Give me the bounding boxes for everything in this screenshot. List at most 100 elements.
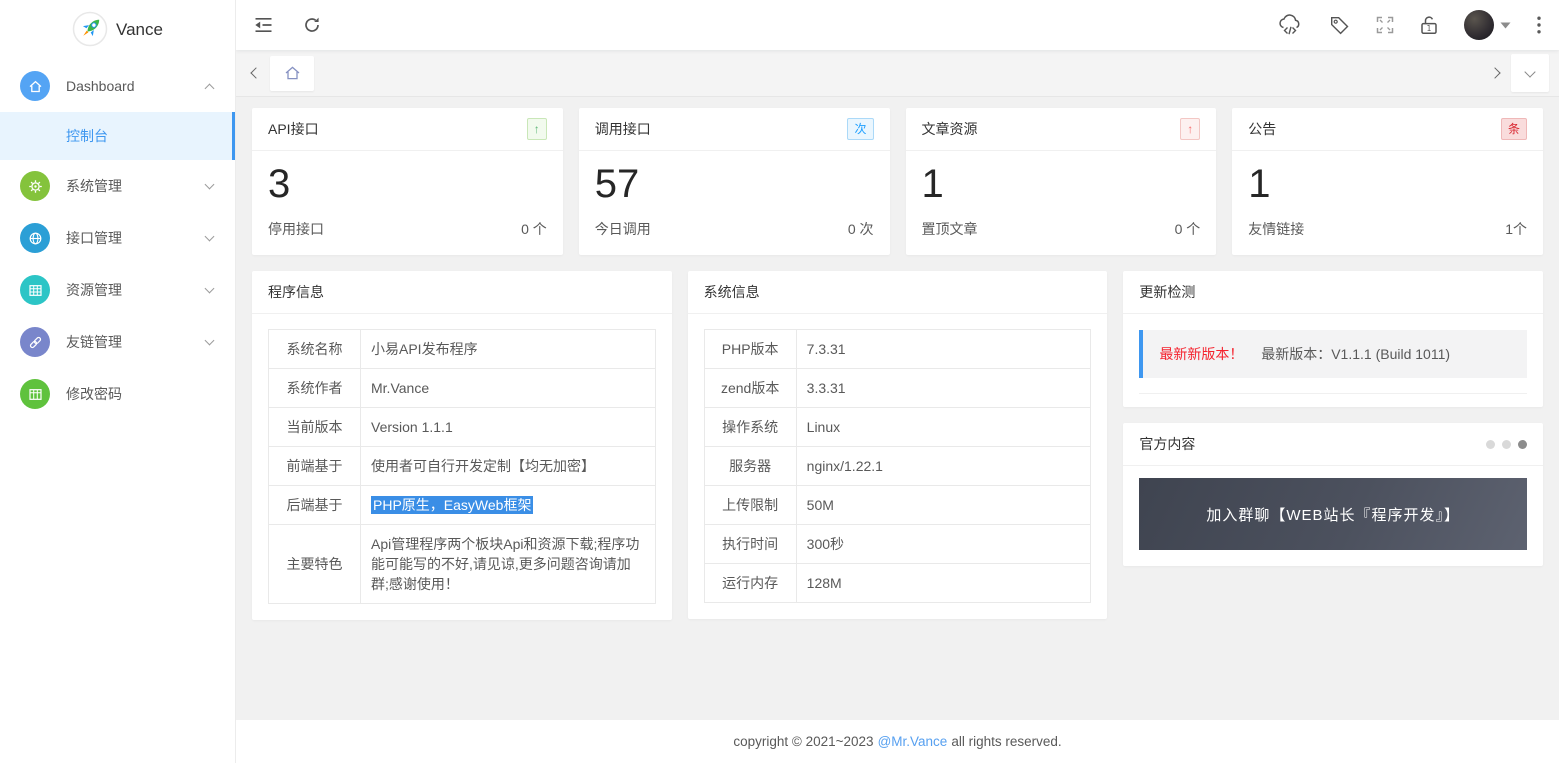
chevron-down-icon <box>204 335 215 346</box>
row-value: 使用者可自行开发定制【均无加密】 <box>360 446 656 486</box>
carousel-dot[interactable] <box>1485 439 1495 449</box>
table-row: zend版本 3.3.31 <box>703 368 1092 408</box>
system-info-panel: 系统信息 PHP版本 7.3.31 zend版本 3.3.31 操作系统 Lin… <box>687 271 1108 619</box>
chevron-down-icon <box>204 179 215 190</box>
row-value: Linux <box>795 407 1092 447</box>
panel-title: 官方内容 <box>1139 436 1196 452</box>
stat-card-api: API接口 ↑ 3 停用接口 0 个 <box>252 108 563 255</box>
table-row: 运行内存 128M <box>703 563 1092 603</box>
unlock-icon[interactable]: 1 <box>1420 15 1438 35</box>
sidebar: Vance Dashboard 控制台 系统管理 接口管理 资源管理 友链管理 … <box>0 0 236 763</box>
stat-footer-value: 1个 <box>1505 221 1527 237</box>
stat-card-articles: 文章资源 ↑ 1 置顶文章 0 个 <box>905 108 1217 255</box>
avatar[interactable] <box>1464 10 1494 40</box>
row-value: 小易API发布程序 <box>360 329 656 369</box>
row-label: 上传限制 <box>703 485 797 525</box>
globe-icon <box>20 223 50 253</box>
info-panels-row: 程序信息 系统名称 小易API发布程序 系统作者 Mr.Vance 当前版本 V… <box>252 271 1543 620</box>
sidebar-item-api[interactable]: 接口管理 <box>0 212 235 264</box>
table-row: PHP版本 7.3.31 <box>703 329 1092 369</box>
table-row: 服务器 nginx/1.22.1 <box>703 446 1092 486</box>
sidebar-item-label: 接口管理 <box>66 230 122 246</box>
user-menu[interactable] <box>1464 10 1511 40</box>
list-icon <box>20 379 50 409</box>
sidebar-subitem-console[interactable]: 控制台 <box>0 112 235 160</box>
author-link[interactable]: @Mr.Vance <box>878 734 948 749</box>
chevron-down-icon <box>204 283 215 294</box>
divider <box>1139 393 1527 407</box>
refresh-icon[interactable] <box>303 16 321 34</box>
stat-value: 1 <box>921 162 944 206</box>
right-column: 更新检测 最新新版本！ 最新版本：V1.1.1 (Build 1011) 官方内… <box>1123 271 1543 566</box>
row-value: nginx/1.22.1 <box>795 446 1092 486</box>
fullscreen-icon[interactable] <box>1376 16 1394 34</box>
official-content-panel: 官方内容 加入群聊【WEB站长『程序开发』】 <box>1123 423 1543 566</box>
row-label: 系统名称 <box>268 329 361 369</box>
sidebar-item-dashboard[interactable]: Dashboard <box>0 60 235 112</box>
table-row: 执行时间 300秒 <box>703 524 1092 564</box>
gear-icon <box>20 171 50 201</box>
brand-name: Vance <box>116 20 163 39</box>
program-info-panel: 程序信息 系统名称 小易API发布程序 系统作者 Mr.Vance 当前版本 V… <box>252 271 672 620</box>
card-title: API接口 <box>268 121 319 137</box>
cloud-code-icon[interactable] <box>1277 14 1303 36</box>
chevron-down-icon <box>204 231 215 242</box>
table-row: 当前版本 Version 1.1.1 <box>268 407 656 447</box>
stat-footer-label: 置顶文章 <box>921 221 978 237</box>
tabs-scroll-left-icon[interactable] <box>250 67 262 79</box>
panel-title: 更新检测 <box>1139 284 1196 300</box>
update-check-panel: 更新检测 最新新版本！ 最新版本：V1.1.1 (Build 1011) <box>1123 271 1543 407</box>
card-title: 文章资源 <box>921 121 978 137</box>
brand-logo[interactable]: Vance <box>0 0 235 60</box>
promo-banner[interactable]: 加入群聊【WEB站长『程序开发』】 <box>1139 478 1527 550</box>
stat-footer-value: 0 次 <box>847 221 874 237</box>
carousel-dot[interactable] <box>1501 439 1511 449</box>
tag-icon[interactable] <box>1329 15 1350 36</box>
row-value: 50M <box>795 485 1092 525</box>
row-value: Api管理程序两个板块Api和资源下载;程序功能可能写的不好,请见谅,更多问题咨… <box>360 524 656 604</box>
topbar: 1 <box>236 0 1559 50</box>
stat-value: 57 <box>594 162 640 206</box>
table-row: 后端基于 PHP原生，EasyWeb框架 <box>268 485 656 525</box>
tab-home[interactable] <box>270 55 314 91</box>
sidebar-subitem-label: 控制台 <box>66 128 108 144</box>
home-icon <box>20 71 50 101</box>
panel-title: 系统信息 <box>703 284 760 300</box>
program-info-table: 系统名称 小易API发布程序 系统作者 Mr.Vance 当前版本 Versio… <box>268 329 656 604</box>
row-label: zend版本 <box>703 368 797 408</box>
sidebar-item-label: Dashboard <box>66 78 135 94</box>
row-label: 当前版本 <box>268 407 361 447</box>
table-icon <box>20 275 50 305</box>
caret-down-icon <box>1500 22 1511 28</box>
row-label: 后端基于 <box>268 485 361 525</box>
row-label: 主要特色 <box>268 524 361 604</box>
row-value: 3.3.31 <box>795 368 1092 408</box>
tabs-dropdown-button[interactable] <box>1511 54 1549 92</box>
table-row: 上传限制 50M <box>703 485 1092 525</box>
card-title: 调用接口 <box>594 121 651 137</box>
sidebar-item-system[interactable]: 系统管理 <box>0 160 235 212</box>
table-row: 系统作者 Mr.Vance <box>268 368 656 408</box>
kebab-menu-icon[interactable] <box>1537 16 1541 34</box>
sidebar-item-label: 修改密码 <box>66 386 122 402</box>
sidebar-item-label: 资源管理 <box>66 282 122 298</box>
stat-card-calls: 调用接口 次 57 今日调用 0 次 <box>578 108 890 255</box>
collapse-sidebar-icon[interactable] <box>254 17 273 33</box>
row-label: 执行时间 <box>703 524 797 564</box>
stat-card-notice: 公告 条 1 友情链接 1个 <box>1232 108 1543 255</box>
tabs-scroll-right-icon[interactable] <box>1489 67 1501 79</box>
alert-highlight: 最新新版本！ <box>1159 346 1244 362</box>
sidebar-item-resource[interactable]: 资源管理 <box>0 264 235 316</box>
sidebar-item-links[interactable]: 友链管理 <box>0 316 235 368</box>
card-title: 公告 <box>1248 121 1277 137</box>
rocket-icon <box>72 11 108 50</box>
stat-footer-label: 今日调用 <box>594 221 651 237</box>
stat-footer-label: 停用接口 <box>268 221 324 237</box>
row-label: 服务器 <box>703 446 797 486</box>
page-footer: copyright © 2021~2023 @Mr.Vance all righ… <box>236 720 1559 763</box>
svg-text:1: 1 <box>1427 24 1432 33</box>
stat-footer-label: 友情链接 <box>1248 221 1305 237</box>
link-icon <box>20 327 50 357</box>
carousel-dot-active[interactable] <box>1517 439 1527 449</box>
sidebar-item-password[interactable]: 修改密码 <box>0 368 235 420</box>
